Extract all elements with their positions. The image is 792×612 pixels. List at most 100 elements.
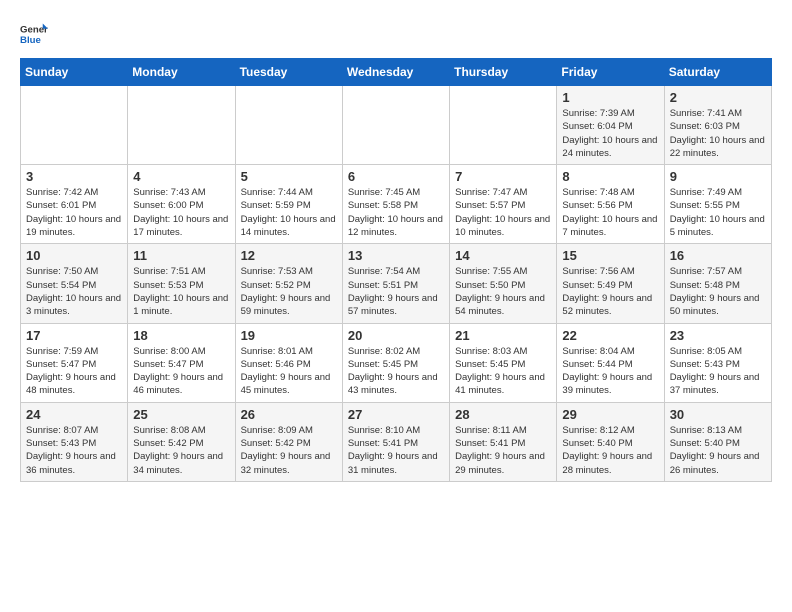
calendar-cell xyxy=(342,86,449,165)
day-info: Sunrise: 7:53 AM Sunset: 5:52 PM Dayligh… xyxy=(241,265,337,318)
day-number: 15 xyxy=(562,248,658,263)
calendar-cell: 8 Sunrise: 7:48 AM Sunset: 5:56 PM Daylig… xyxy=(557,165,664,244)
weekday-header: Saturday xyxy=(664,59,771,86)
calendar-cell: 27 Sunrise: 8:10 AM Sunset: 5:41 PM Dayli… xyxy=(342,402,449,481)
day-number: 18 xyxy=(133,328,229,343)
day-info: Sunrise: 7:59 AM Sunset: 5:47 PM Dayligh… xyxy=(26,345,122,398)
day-info: Sunrise: 8:07 AM Sunset: 5:43 PM Dayligh… xyxy=(26,424,122,477)
calendar-cell: 25 Sunrise: 8:08 AM Sunset: 5:42 PM Dayli… xyxy=(128,402,235,481)
calendar-cell: 14 Sunrise: 7:55 AM Sunset: 5:50 PM Dayli… xyxy=(450,244,557,323)
day-number: 25 xyxy=(133,407,229,422)
calendar-cell: 30 Sunrise: 8:13 AM Sunset: 5:40 PM Dayli… xyxy=(664,402,771,481)
day-number: 12 xyxy=(241,248,337,263)
day-number: 29 xyxy=(562,407,658,422)
calendar-cell: 17 Sunrise: 7:59 AM Sunset: 5:47 PM Dayli… xyxy=(21,323,128,402)
day-info: Sunrise: 7:57 AM Sunset: 5:48 PM Dayligh… xyxy=(670,265,766,318)
calendar-week: 10 Sunrise: 7:50 AM Sunset: 5:54 PM Dayli… xyxy=(21,244,772,323)
calendar-cell: 3 Sunrise: 7:42 AM Sunset: 6:01 PM Daylig… xyxy=(21,165,128,244)
calendar-cell: 1Sunrise: 7:39 AM Sunset: 6:04 PM Daylig… xyxy=(557,86,664,165)
calendar-cell: 21 Sunrise: 8:03 AM Sunset: 5:45 PM Dayli… xyxy=(450,323,557,402)
day-number: 21 xyxy=(455,328,551,343)
calendar-cell: 2 Sunrise: 7:41 AM Sunset: 6:03 PM Daylig… xyxy=(664,86,771,165)
calendar-cell: 12 Sunrise: 7:53 AM Sunset: 5:52 PM Dayli… xyxy=(235,244,342,323)
calendar-cell: 13 Sunrise: 7:54 AM Sunset: 5:51 PM Dayli… xyxy=(342,244,449,323)
logo: General Blue xyxy=(20,20,48,48)
day-number: 17 xyxy=(26,328,122,343)
day-number: 13 xyxy=(348,248,444,263)
calendar-cell: 28 Sunrise: 8:11 AM Sunset: 5:41 PM Dayli… xyxy=(450,402,557,481)
weekday-header: Friday xyxy=(557,59,664,86)
weekday-header: Thursday xyxy=(450,59,557,86)
day-info: Sunrise: 7:48 AM Sunset: 5:56 PM Dayligh… xyxy=(562,186,658,239)
page-header: General Blue xyxy=(20,20,772,48)
day-info: Sunrise: 8:00 AM Sunset: 5:47 PM Dayligh… xyxy=(133,345,229,398)
day-info: Sunrise: 8:09 AM Sunset: 5:42 PM Dayligh… xyxy=(241,424,337,477)
day-number: 24 xyxy=(26,407,122,422)
day-number: 5 xyxy=(241,169,337,184)
day-info: Sunrise: 7:45 AM Sunset: 5:58 PM Dayligh… xyxy=(348,186,444,239)
day-info: Sunrise: 8:10 AM Sunset: 5:41 PM Dayligh… xyxy=(348,424,444,477)
day-number: 28 xyxy=(455,407,551,422)
day-info: Sunrise: 7:42 AM Sunset: 6:01 PM Dayligh… xyxy=(26,186,122,239)
calendar-week: 24 Sunrise: 8:07 AM Sunset: 5:43 PM Dayli… xyxy=(21,402,772,481)
day-number: 27 xyxy=(348,407,444,422)
calendar-cell: 26Sunrise: 8:09 AM Sunset: 5:42 PM Dayli… xyxy=(235,402,342,481)
day-info: Sunrise: 8:02 AM Sunset: 5:45 PM Dayligh… xyxy=(348,345,444,398)
day-number: 8 xyxy=(562,169,658,184)
day-info: Sunrise: 8:03 AM Sunset: 5:45 PM Dayligh… xyxy=(455,345,551,398)
calendar-cell: 29Sunrise: 8:12 AM Sunset: 5:40 PM Dayli… xyxy=(557,402,664,481)
day-info: Sunrise: 8:11 AM Sunset: 5:41 PM Dayligh… xyxy=(455,424,551,477)
day-number: 4 xyxy=(133,169,229,184)
calendar-cell: 7Sunrise: 7:47 AM Sunset: 5:57 PM Daylig… xyxy=(450,165,557,244)
day-info: Sunrise: 7:54 AM Sunset: 5:51 PM Dayligh… xyxy=(348,265,444,318)
day-number: 10 xyxy=(26,248,122,263)
calendar-cell: 16 Sunrise: 7:57 AM Sunset: 5:48 PM Dayli… xyxy=(664,244,771,323)
day-info: Sunrise: 8:08 AM Sunset: 5:42 PM Dayligh… xyxy=(133,424,229,477)
day-number: 16 xyxy=(670,248,766,263)
day-info: Sunrise: 7:51 AM Sunset: 5:53 PM Dayligh… xyxy=(133,265,229,318)
day-number: 3 xyxy=(26,169,122,184)
calendar-cell xyxy=(21,86,128,165)
day-number: 2 xyxy=(670,90,766,105)
day-info: Sunrise: 7:50 AM Sunset: 5:54 PM Dayligh… xyxy=(26,265,122,318)
day-info: Sunrise: 8:13 AM Sunset: 5:40 PM Dayligh… xyxy=(670,424,766,477)
calendar-week: 17 Sunrise: 7:59 AM Sunset: 5:47 PM Dayli… xyxy=(21,323,772,402)
weekday-header: Sunday xyxy=(21,59,128,86)
calendar-week: 1Sunrise: 7:39 AM Sunset: 6:04 PM Daylig… xyxy=(21,86,772,165)
calendar-cell: 5 Sunrise: 7:44 AM Sunset: 5:59 PM Daylig… xyxy=(235,165,342,244)
day-number: 20 xyxy=(348,328,444,343)
calendar-cell: 15 Sunrise: 7:56 AM Sunset: 5:49 PM Dayli… xyxy=(557,244,664,323)
day-info: Sunrise: 8:05 AM Sunset: 5:43 PM Dayligh… xyxy=(670,345,766,398)
calendar-week: 3 Sunrise: 7:42 AM Sunset: 6:01 PM Daylig… xyxy=(21,165,772,244)
day-info: Sunrise: 7:55 AM Sunset: 5:50 PM Dayligh… xyxy=(455,265,551,318)
calendar-cell: 23Sunrise: 8:05 AM Sunset: 5:43 PM Dayli… xyxy=(664,323,771,402)
calendar-cell: 9Sunrise: 7:49 AM Sunset: 5:55 PM Daylig… xyxy=(664,165,771,244)
day-number: 14 xyxy=(455,248,551,263)
calendar-cell: 24 Sunrise: 8:07 AM Sunset: 5:43 PM Dayli… xyxy=(21,402,128,481)
day-info: Sunrise: 8:04 AM Sunset: 5:44 PM Dayligh… xyxy=(562,345,658,398)
day-info: Sunrise: 7:56 AM Sunset: 5:49 PM Dayligh… xyxy=(562,265,658,318)
calendar-cell: 19Sunrise: 8:01 AM Sunset: 5:46 PM Dayli… xyxy=(235,323,342,402)
day-number: 11 xyxy=(133,248,229,263)
calendar-cell: 18 Sunrise: 8:00 AM Sunset: 5:47 PM Dayli… xyxy=(128,323,235,402)
calendar-cell: 4 Sunrise: 7:43 AM Sunset: 6:00 PM Daylig… xyxy=(128,165,235,244)
calendar-cell: 22 Sunrise: 8:04 AM Sunset: 5:44 PM Dayli… xyxy=(557,323,664,402)
logo-icon: General Blue xyxy=(20,20,48,48)
day-number: 6 xyxy=(348,169,444,184)
day-info: Sunrise: 7:44 AM Sunset: 5:59 PM Dayligh… xyxy=(241,186,337,239)
calendar-cell xyxy=(450,86,557,165)
calendar-cell xyxy=(235,86,342,165)
calendar-table: SundayMondayTuesdayWednesdayThursdayFrid… xyxy=(20,58,772,482)
day-number: 30 xyxy=(670,407,766,422)
weekday-header: Monday xyxy=(128,59,235,86)
day-number: 19 xyxy=(241,328,337,343)
weekday-header: Tuesday xyxy=(235,59,342,86)
day-info: Sunrise: 7:43 AM Sunset: 6:00 PM Dayligh… xyxy=(133,186,229,239)
day-number: 22 xyxy=(562,328,658,343)
day-number: 9 xyxy=(670,169,766,184)
day-info: Sunrise: 7:41 AM Sunset: 6:03 PM Dayligh… xyxy=(670,107,766,160)
calendar-cell: 6 Sunrise: 7:45 AM Sunset: 5:58 PM Daylig… xyxy=(342,165,449,244)
day-number: 7 xyxy=(455,169,551,184)
calendar-cell xyxy=(128,86,235,165)
svg-text:Blue: Blue xyxy=(20,35,41,46)
